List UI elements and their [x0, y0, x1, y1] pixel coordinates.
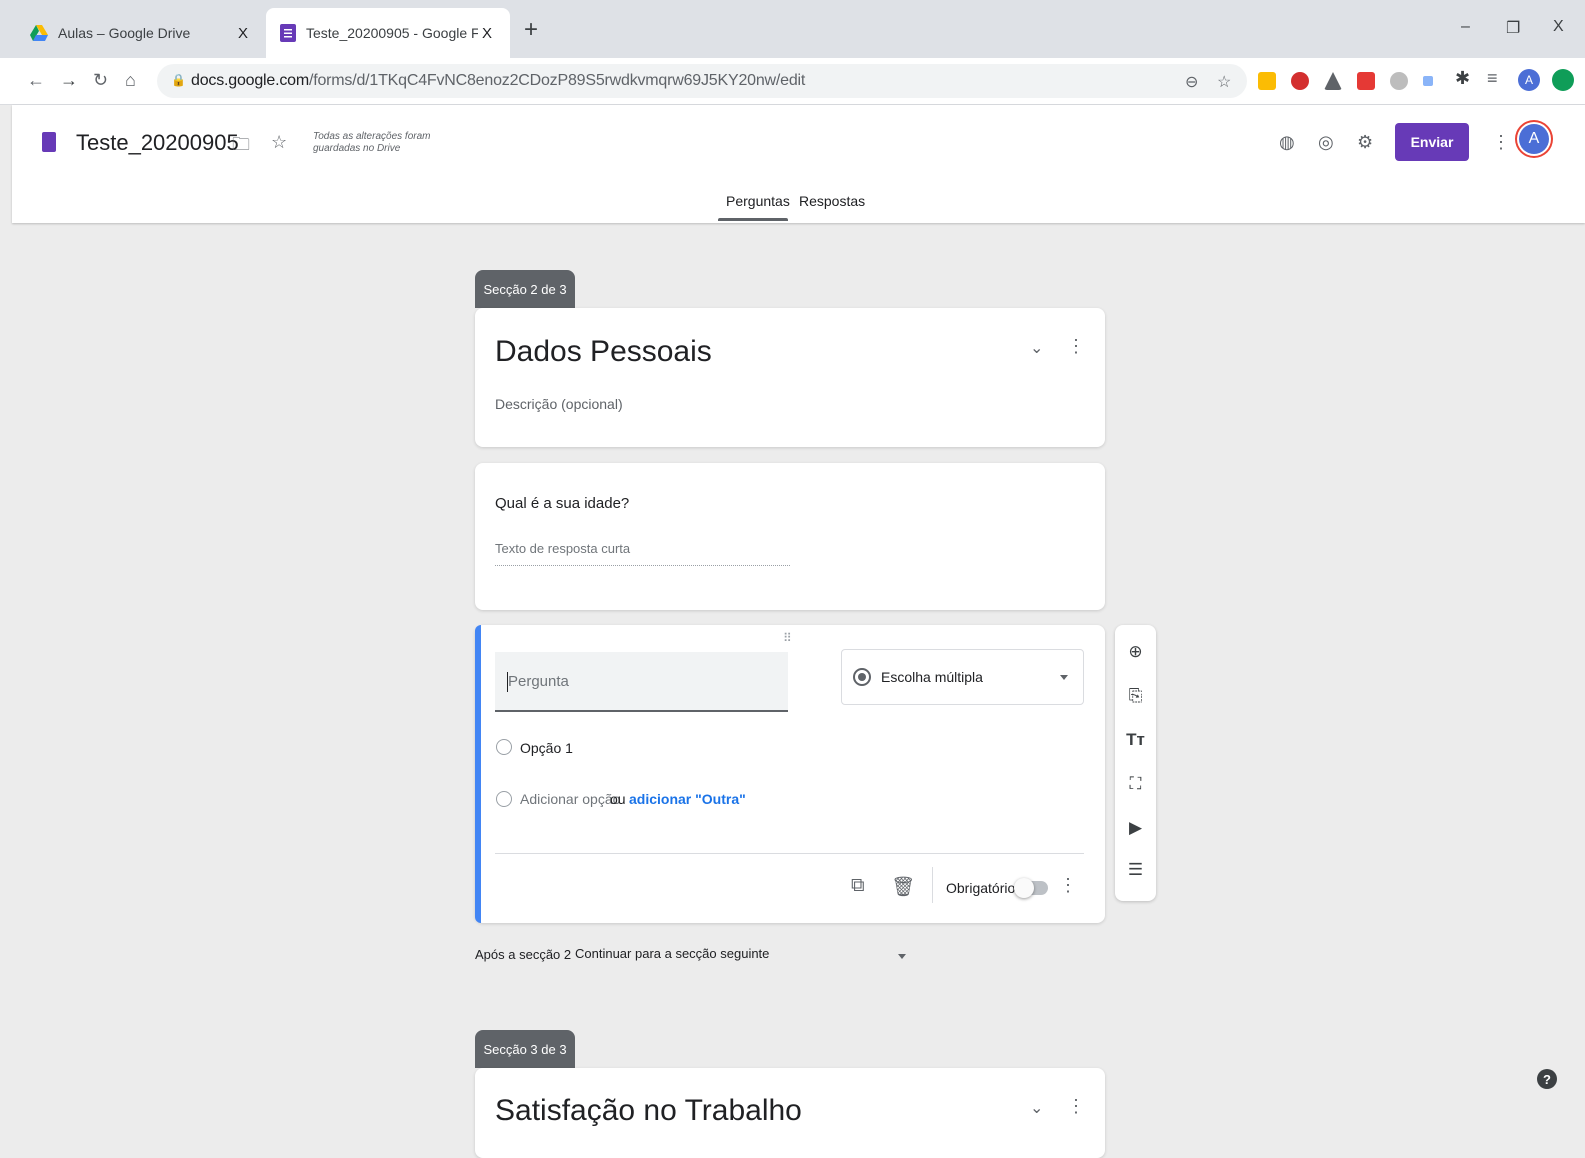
section-description[interactable]: Descrição (opcional) [495, 396, 623, 412]
drag-handle-icon[interactable]: ⠿ [783, 631, 793, 645]
toggle-knob [1014, 878, 1034, 898]
more-vert-icon[interactable]: ⋮ [1067, 336, 1085, 357]
account-avatar[interactable]: A [1519, 124, 1549, 154]
section-title[interactable]: Dados Pessoais [495, 335, 712, 369]
question-type-label: Escolha múltipla [881, 669, 983, 685]
url-text: docs.google.com/forms/d/1TKqC4FvNC8enoz2… [191, 72, 806, 89]
speaker-icon[interactable] [1423, 76, 1433, 86]
browser-tab-drive[interactable]: Aulas – Google Drive X [16, 8, 266, 58]
adblock-icon[interactable] [1291, 72, 1309, 90]
close-window-button[interactable]: X [1553, 18, 1564, 36]
puzzle-icon[interactable]: ✱ [1455, 68, 1470, 89]
more-vert-icon[interactable]: ⋮ [1492, 132, 1510, 153]
extension-icon[interactable] [1390, 72, 1408, 90]
extension-icon[interactable] [1357, 72, 1375, 90]
send-button[interactable]: Enviar [1395, 123, 1469, 161]
folder-icon[interactable]: 🗀 [232, 132, 250, 162]
import-questions-icon[interactable]: ⎘ [1115, 686, 1156, 706]
section-header-card[interactable]: Dados Pessoais Descrição (opcional) ⌄ ⋮ [475, 308, 1105, 447]
tab-responses[interactable]: Respostas [799, 193, 865, 209]
extension-icon[interactable] [1258, 72, 1276, 90]
delete-trash-icon[interactable]: 🗑 [891, 875, 915, 899]
divider [932, 867, 933, 903]
forward-icon[interactable]: → [60, 70, 78, 91]
settings-gear-icon[interactable]: ⚙ [1357, 132, 1373, 153]
collapse-icon[interactable]: ⌄ [1030, 338, 1043, 358]
tab-title: Teste_20200905 - Google Forms [306, 25, 478, 41]
profile-avatar[interactable]: A [1518, 69, 1540, 91]
add-title-icon[interactable]: Tт [1115, 730, 1156, 750]
dropdown-arrow-icon [1060, 675, 1068, 680]
add-video-icon[interactable]: ▶ [1115, 818, 1156, 838]
radio-checked-icon [853, 668, 871, 686]
minimize-button[interactable]: – [1461, 18, 1470, 36]
home-icon[interactable]: ⌂ [125, 70, 136, 91]
browser-toolbar: ← → ↻ ⌂ 🔒 docs.google.com/forms/d/1TKqC4… [0, 58, 1585, 105]
active-indicator [475, 625, 481, 923]
browser-tab-forms[interactable]: Teste_20200905 - Google Forms X [266, 8, 510, 58]
drive-extension-icon[interactable] [1324, 72, 1342, 90]
required-label: Obrigatório [946, 880, 1016, 896]
question-type-dropdown[interactable]: Escolha múltipla [841, 649, 1084, 705]
option-label[interactable]: Opção 1 [520, 740, 573, 756]
more-vert-icon[interactable]: ⋮ [1067, 1096, 1085, 1117]
add-other-link[interactable]: adicionar "Outra" [629, 791, 746, 807]
divider [495, 853, 1084, 854]
maximize-button[interactable]: ❐ [1506, 18, 1520, 38]
new-tab-button[interactable]: + [524, 18, 538, 42]
media-queue-icon[interactable]: ≡ [1487, 68, 1498, 89]
after-section-label: Após a secção 2 [475, 947, 572, 962]
active-tab-indicator [718, 218, 788, 221]
add-image-icon[interactable]: ⛶ [1115, 774, 1156, 794]
or-label: ou [610, 791, 626, 807]
section-title[interactable]: Satisfação no Trabalho [495, 1094, 802, 1128]
star-icon[interactable]: ☆ [271, 132, 287, 153]
duplicate-icon[interactable]: ⧉ [851, 875, 865, 897]
form-title[interactable]: Teste_20200905 [76, 130, 239, 156]
question-title-input[interactable]: Pergunta [495, 652, 788, 712]
section-label: Secção 2 de 3 [475, 270, 575, 308]
forms-header: Teste_20200905 🗀 ☆ Todas as alterações f… [12, 105, 1585, 223]
radio-icon [496, 739, 512, 755]
section-label: Secção 3 de 3 [475, 1030, 575, 1068]
question-card[interactable]: Qual é a sua idade? Texto de resposta cu… [475, 463, 1105, 610]
radio-icon [496, 791, 512, 807]
browser-tab-bar: Aulas – Google Drive X Teste_20200905 - … [0, 0, 1585, 58]
zoom-icon[interactable]: ⊖ [1185, 72, 1198, 92]
required-toggle[interactable] [1014, 878, 1048, 898]
add-option-link[interactable]: Adicionar opção [520, 791, 620, 807]
google-forms-icon [280, 24, 296, 42]
preview-eye-icon[interactable]: ◎ [1318, 132, 1334, 153]
collapse-icon[interactable]: ⌄ [1030, 1098, 1043, 1118]
palette-icon[interactable]: ◍ [1279, 132, 1295, 153]
tab-close-icon[interactable]: X [234, 25, 252, 42]
back-icon[interactable]: ← [27, 70, 45, 91]
short-answer-placeholder: Texto de resposta curta [495, 541, 790, 566]
help-icon[interactable]: ? [1537, 1069, 1557, 1089]
add-section-icon[interactable]: ☰ [1115, 860, 1156, 880]
update-icon[interactable] [1552, 69, 1574, 91]
tab-questions[interactable]: Perguntas [726, 193, 790, 209]
dropdown-arrow-icon[interactable] [898, 954, 906, 959]
bookmark-star-icon[interactable]: ☆ [1217, 72, 1231, 92]
after-section-dropdown[interactable]: Continuar para a secção seguinte [575, 946, 769, 961]
active-question-card[interactable]: ⠿ Pergunta Escolha múltipla Opção 1 Adic… [475, 625, 1105, 923]
google-drive-icon [30, 25, 48, 41]
add-question-icon[interactable]: ⊕ [1115, 642, 1156, 662]
address-bar[interactable]: 🔒 docs.google.com/forms/d/1TKqC4FvNC8eno… [157, 64, 1247, 98]
side-toolbar: ⊕ ⎘ Tт ⛶ ▶ ☰ [1115, 625, 1156, 901]
lock-icon: 🔒 [171, 73, 186, 87]
more-vert-icon[interactable]: ⋮ [1059, 875, 1077, 896]
forms-doc-icon [42, 132, 56, 152]
section-header-card[interactable]: Satisfação no Trabalho ⌄ ⋮ [475, 1068, 1105, 1158]
question-title: Qual é a sua idade? [495, 495, 630, 512]
reload-icon[interactable]: ↻ [93, 70, 108, 91]
question-placeholder: Pergunta [508, 673, 569, 690]
save-status: Todas as alterações foram guardadas no D… [313, 131, 431, 154]
tab-title: Aulas – Google Drive [58, 25, 191, 41]
tab-close-icon[interactable]: X [478, 25, 496, 42]
